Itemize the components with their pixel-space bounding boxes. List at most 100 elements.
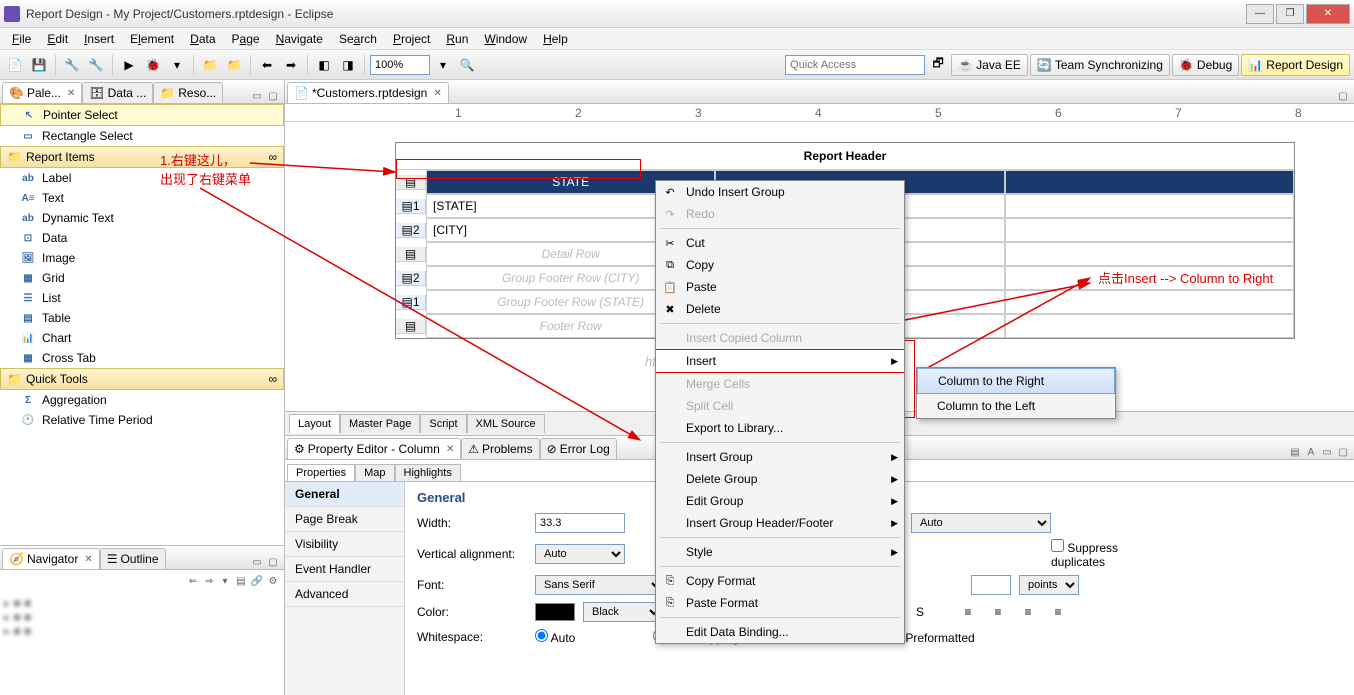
- maximize-button[interactable]: ❐: [1276, 4, 1304, 24]
- close-icon[interactable]: ✕: [446, 444, 454, 455]
- palette-pointer-select[interactable]: ↖Pointer Select: [0, 104, 284, 126]
- maximize-view-icon[interactable]: ▢: [266, 89, 280, 103]
- ctx-insert-group-hf[interactable]: Insert Group Header/Footer▶: [656, 512, 904, 534]
- tool-button[interactable]: ➡: [280, 54, 302, 76]
- subtab-map[interactable]: Map: [355, 464, 394, 481]
- tab-outline[interactable]: ☰Outline: [100, 548, 166, 569]
- close-icon[interactable]: ✕: [67, 88, 75, 99]
- tab-resource[interactable]: 📁Reso...: [153, 82, 223, 103]
- ctx-paste-format[interactable]: ⎘Paste Format: [656, 592, 904, 614]
- ctx-edit-group[interactable]: Edit Group▶: [656, 490, 904, 512]
- save-button[interactable]: 💾: [28, 54, 50, 76]
- nav-tool-icon[interactable]: ▾: [218, 574, 232, 588]
- tool-button[interactable]: ⬅: [256, 54, 278, 76]
- tool-button[interactable]: ◨: [337, 54, 359, 76]
- tab-master-page[interactable]: Master Page: [340, 414, 420, 433]
- palette-item-data[interactable]: ⊡Data: [0, 228, 284, 248]
- propcat-event-handler[interactable]: Event Handler: [285, 557, 404, 582]
- nav-fwd-icon[interactable]: ⇒: [202, 574, 216, 588]
- minimize-button[interactable]: ―: [1246, 4, 1274, 24]
- row-gutter-gfooter2[interactable]: ▤2: [396, 271, 426, 286]
- menu-project[interactable]: Project: [385, 30, 438, 48]
- subtab-highlights[interactable]: Highlights: [395, 464, 461, 481]
- menu-help[interactable]: Help: [535, 30, 576, 48]
- propcat-visibility[interactable]: Visibility: [285, 532, 404, 557]
- tab-data[interactable]: 🗄Data ...: [82, 82, 153, 103]
- row-gutter-header[interactable]: ▤: [396, 175, 426, 190]
- tab-layout[interactable]: Layout: [289, 414, 340, 433]
- propcat-general[interactable]: General: [285, 482, 404, 507]
- submenu-column-right[interactable]: Column to the Right: [917, 368, 1115, 394]
- minimize-view-icon[interactable]: ▭: [250, 89, 264, 103]
- editor-tab-customers[interactable]: 📄*Customers.rptdesign✕: [287, 82, 449, 103]
- quick-access-input[interactable]: [785, 55, 925, 75]
- tool-button[interactable]: ◧: [313, 54, 335, 76]
- run-button[interactable]: ▶: [118, 54, 140, 76]
- menu-window[interactable]: Window: [476, 30, 535, 48]
- header-cell-empty[interactable]: [1005, 170, 1294, 194]
- palette-group-report-items[interactable]: 📁Report Items∞: [0, 146, 284, 168]
- font-select[interactable]: Sans Serif: [535, 575, 665, 595]
- view-tool-icon[interactable]: ▤: [1288, 445, 1302, 459]
- ctx-delete-group[interactable]: Delete Group▶: [656, 468, 904, 490]
- row-gutter-footer[interactable]: ▤: [396, 319, 426, 334]
- nav-back-icon[interactable]: ⇐: [186, 574, 200, 588]
- valign-select[interactable]: Auto: [535, 544, 625, 564]
- suppress-checkbox[interactable]: [1051, 539, 1064, 552]
- palette-rectangle-select[interactable]: ▭Rectangle Select: [0, 126, 284, 146]
- ctx-copy[interactable]: ⧉Copy: [656, 254, 904, 276]
- font-size-input[interactable]: [971, 575, 1011, 595]
- tool-button[interactable]: 📁: [223, 54, 245, 76]
- tab-script[interactable]: Script: [420, 414, 466, 433]
- zoom-dropdown-button[interactable]: ▾: [432, 54, 454, 76]
- new-button[interactable]: 📄: [4, 54, 26, 76]
- open-perspective-button[interactable]: 🗗: [927, 54, 949, 76]
- menu-page[interactable]: Page: [224, 30, 268, 48]
- nav-tool-icon[interactable]: ▤: [234, 574, 248, 588]
- menu-run[interactable]: Run: [438, 30, 476, 48]
- close-icon[interactable]: ✕: [433, 88, 441, 99]
- ctx-copy-format[interactable]: ⎘Copy Format: [656, 570, 904, 592]
- ctx-export[interactable]: Export to Library...: [656, 417, 904, 439]
- row-gutter-gfooter1[interactable]: ▤1: [396, 295, 426, 310]
- tab-property-editor[interactable]: ⚙Property Editor - Column✕: [287, 438, 461, 459]
- propcat-advanced[interactable]: Advanced: [285, 582, 404, 607]
- perspective-team[interactable]: 🔄Team Synchronizing: [1030, 54, 1170, 76]
- tab-error-log[interactable]: ⊘Error Log: [540, 438, 617, 459]
- palette-item-grid[interactable]: ▦Grid: [0, 268, 284, 288]
- menu-insert[interactable]: Insert: [76, 30, 122, 48]
- ctx-edit-data-binding[interactable]: Edit Data Binding...: [656, 621, 904, 643]
- tab-problems[interactable]: ⚠Problems: [461, 438, 539, 459]
- zoom-input[interactable]: [370, 55, 430, 75]
- palette-item-aggregation[interactable]: ΣAggregation: [0, 390, 284, 410]
- ctx-style[interactable]: Style▶: [656, 541, 904, 563]
- perspective-report-design[interactable]: 📊Report Design: [1241, 54, 1350, 76]
- tab-xml-source[interactable]: XML Source: [467, 414, 545, 433]
- ws-auto-radio[interactable]: [535, 629, 548, 642]
- menu-search[interactable]: Search: [331, 30, 385, 48]
- tool-button[interactable]: 🔧: [61, 54, 83, 76]
- align-right-button[interactable]: ≡: [1017, 601, 1039, 623]
- subtab-properties[interactable]: Properties: [287, 464, 355, 481]
- font-unit-select[interactable]: points: [1019, 575, 1079, 595]
- menu-element[interactable]: Element: [122, 30, 182, 48]
- perspective-debug[interactable]: 🐞Debug: [1172, 54, 1239, 76]
- strike-button[interactable]: S: [909, 601, 931, 623]
- maximize-view-icon[interactable]: ▢: [266, 555, 280, 569]
- row-gutter-group2[interactable]: ▤2: [396, 223, 426, 238]
- ctx-insert-group[interactable]: Insert Group▶: [656, 446, 904, 468]
- tab-palette[interactable]: 🎨Pale...✕: [2, 82, 82, 103]
- close-icon[interactable]: ✕: [84, 554, 92, 565]
- menu-navigate[interactable]: Navigate: [268, 30, 331, 48]
- perspective-javaee[interactable]: ☕Java EE: [951, 54, 1028, 76]
- palette-item-image[interactable]: 🖼Image: [0, 248, 284, 268]
- palette-item-text[interactable]: A≡Text: [0, 188, 284, 208]
- ctx-paste[interactable]: 📋Paste: [656, 276, 904, 298]
- palette-item-crosstab[interactable]: ▦Cross Tab: [0, 348, 284, 368]
- palette-item-relative-time[interactable]: 🕐Relative Time Period: [0, 410, 284, 430]
- nav-menu-icon[interactable]: ⚙: [266, 574, 280, 588]
- maximize-view-icon[interactable]: ▢: [1336, 445, 1350, 459]
- propcat-page-break[interactable]: Page Break: [285, 507, 404, 532]
- palette-item-chart[interactable]: 📊Chart: [0, 328, 284, 348]
- tool-button[interactable]: 📁: [199, 54, 221, 76]
